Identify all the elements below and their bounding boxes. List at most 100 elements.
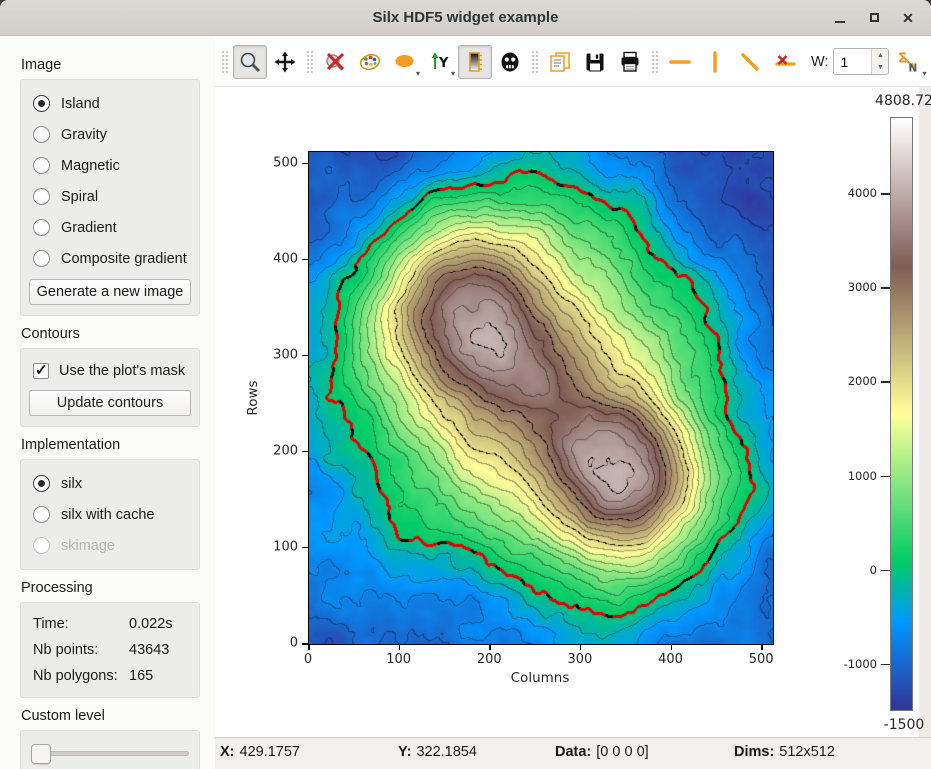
close-button[interactable]: ✕ (899, 9, 917, 27)
aspect-ratio-button[interactable]: ▾ (388, 45, 422, 79)
maximize-button[interactable] (865, 9, 883, 27)
plot-toolbar: ▾ Y ▾ (215, 37, 931, 87)
print-icon (618, 50, 642, 74)
vertical-profile-button[interactable] (698, 45, 732, 79)
colorbar-tick-mark (881, 570, 890, 572)
custom-level-groupbox (20, 730, 200, 769)
tick-label: 200 (477, 652, 502, 667)
y-axis-orientation-icon: Y (428, 50, 452, 74)
radio-gradient[interactable]: Gradient (25, 212, 195, 243)
status-value: 512x512 (779, 744, 835, 760)
generate-new-image-button[interactable]: Generate a new image (29, 279, 191, 305)
colormap-button[interactable] (353, 45, 387, 79)
titlebar[interactable]: Silx HDF5 widget example ✕ (0, 0, 931, 36)
use-plots-mask-checkbox[interactable]: Use the plot's mask (25, 357, 195, 385)
radio-composite-gradient[interactable]: Composite gradient (25, 243, 195, 274)
zoom-mode-button[interactable] (233, 45, 267, 79)
colorbar-max-label: 4808.72 (875, 93, 931, 109)
custom-level-slider[interactable] (31, 751, 189, 756)
colorbar-tick-label: 0 (827, 563, 877, 577)
horizontal-profile-button[interactable] (663, 45, 697, 79)
tick-label: 500 (258, 155, 298, 170)
plot-widget: ▾ Y ▾ (215, 37, 931, 769)
tick-mark (302, 163, 308, 165)
processing-section-label: Processing (21, 580, 200, 596)
pan-mode-button[interactable] (268, 45, 302, 79)
minimize-button[interactable] (831, 9, 849, 27)
colorbar-tick-label: 2000 (827, 374, 877, 388)
tick-label: 100 (386, 652, 411, 667)
statusbar: X:429.1757 Y:322.1854 Data:[0 0 0 0] Dim… (215, 737, 931, 769)
radio-gravity[interactable]: Gravity (25, 119, 195, 150)
tick-mark (308, 644, 310, 650)
checkbox-label: Use the plot's mask (59, 363, 185, 379)
radio-magnetic[interactable]: Magnetic (25, 150, 195, 181)
window-title: Silx HDF5 widget example (373, 9, 559, 26)
copy-button[interactable] (543, 45, 577, 79)
spin-down-icon[interactable]: ▼ (872, 62, 888, 75)
tick-label: 0 (304, 652, 312, 667)
tick-mark (302, 451, 308, 453)
colorbar-toggle-button[interactable] (458, 45, 492, 79)
status-label: Data: (555, 744, 591, 760)
x-axis-label: Columns (511, 670, 570, 686)
line-width-spinbox[interactable]: ▲ ▼ (833, 48, 889, 75)
radio-icon (33, 250, 50, 267)
vertical-profile-icon (703, 50, 727, 74)
status-value: 322.1854 (416, 744, 476, 760)
profile-mean-button[interactable]: ΣN ▾ (890, 45, 928, 79)
colorbar-tick-mark (881, 664, 890, 666)
contour-plot-canvas[interactable] (308, 151, 774, 645)
toolbar-grip[interactable] (221, 50, 229, 74)
processing-label: Nb points: (33, 642, 129, 658)
clear-profile-button[interactable] (768, 45, 802, 79)
implementation-section-label: Implementation (21, 437, 200, 453)
free-line-profile-icon (738, 50, 762, 74)
mask-tool-button[interactable] (493, 45, 527, 79)
status-label: X: (220, 744, 235, 760)
tick-mark (302, 355, 308, 357)
plot-area: Rows Columns 010020030040050001002003004… (215, 87, 931, 737)
line-width-input[interactable] (834, 49, 871, 74)
colorbar[interactable] (890, 117, 913, 711)
tick-label: 0 (258, 636, 298, 651)
aspect-ratio-icon (393, 50, 417, 74)
y-axis-orientation-button[interactable]: Y ▾ (423, 45, 457, 79)
radio-label: silx (61, 476, 82, 492)
radio-icon (33, 157, 50, 174)
toolbar-grip[interactable] (531, 50, 539, 74)
status-label: Y: (398, 744, 411, 760)
tick-mark (399, 644, 401, 650)
toolbar-grip[interactable] (651, 50, 659, 74)
spin-up-icon[interactable]: ▲ (872, 49, 888, 62)
colorbar-tick-label: 4000 (827, 186, 877, 200)
update-contours-button[interactable]: Update contours (29, 390, 191, 416)
processing-nb-polygons-row: Nb polygons: 165 (25, 663, 195, 689)
custom-level-section-label: Custom level (21, 708, 200, 724)
print-button[interactable] (613, 45, 647, 79)
radio-silx[interactable]: silx (25, 468, 195, 499)
tick-mark (580, 644, 582, 650)
free-line-profile-button[interactable] (733, 45, 767, 79)
status-x: X:429.1757 (220, 744, 300, 760)
zoom-reset-button[interactable] (318, 45, 352, 79)
close-icon: ✕ (902, 11, 914, 25)
colorbar-tick-mark (881, 193, 890, 195)
status-data: Data:[0 0 0 0] (555, 744, 649, 760)
tick-label: 400 (658, 652, 683, 667)
toolbar-grip[interactable] (306, 50, 314, 74)
image-groupbox: Island Gravity Magnetic Spiral Gradient (20, 79, 200, 316)
processing-label: Time: (33, 616, 129, 632)
slider-handle[interactable] (31, 744, 51, 764)
radio-label: Island (61, 96, 100, 112)
image-section-label: Image (21, 57, 200, 73)
save-button[interactable] (578, 45, 612, 79)
processing-groupbox: Time: 0.022s Nb points: 43643 Nb polygon… (20, 602, 200, 698)
radio-silx-with-cache[interactable]: silx with cache (25, 499, 195, 530)
radio-island[interactable]: Island (25, 88, 195, 119)
clear-profile-icon (773, 50, 797, 74)
radio-spiral[interactable]: Spiral (25, 181, 195, 212)
implementation-groupbox: silx silx with cache skimage (20, 459, 200, 570)
tick-mark (761, 644, 763, 650)
status-y: Y: 322.1854 (398, 744, 477, 760)
